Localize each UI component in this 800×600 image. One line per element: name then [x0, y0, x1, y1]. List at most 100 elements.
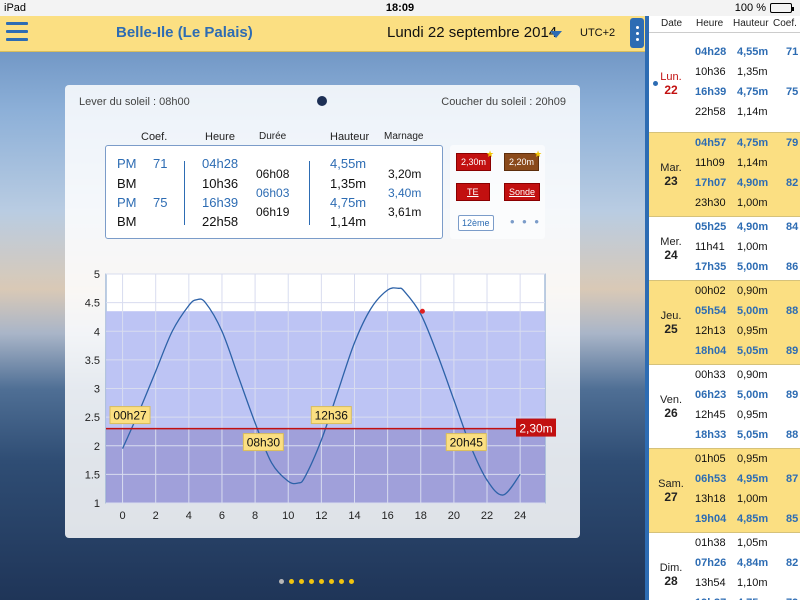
tide-height: 5,00m: [737, 305, 769, 317]
tide-time: 13h54: [695, 577, 726, 589]
tide-time: 18h04: [695, 345, 727, 357]
tide-time: 07h26: [695, 557, 727, 569]
tide-height: 1,00m: [737, 197, 768, 209]
day-name: Dim.: [659, 562, 683, 574]
day-number: 26: [664, 406, 678, 420]
tide-row: 18h33 5,05m 88: [693, 429, 800, 445]
page-dot[interactable]: [339, 579, 344, 584]
day-number: 25: [664, 322, 678, 336]
y-tick-label: 3: [94, 384, 100, 396]
tide-height: 5,00m: [737, 261, 769, 273]
tide-time: 18h33: [695, 429, 727, 441]
tide-height: 4,75m: [737, 85, 769, 98]
page-dot[interactable]: [279, 579, 284, 584]
tide-height: 5,05m: [737, 429, 769, 441]
day-block[interactable]: Sam. 27 01h05 0,95m 06h53 4,95m 87 13h18 1,00m 19…: [649, 449, 800, 533]
tide-height: 5,00m: [737, 389, 769, 401]
day-block[interactable]: Jeu. 25 00h02 0,90m 05h54 5,00m 88 12h13 0,95m 18…: [649, 281, 800, 365]
x-tick-label: 20: [448, 510, 460, 522]
tide-time: 17h07: [695, 177, 727, 189]
tide-time: 01h38: [695, 537, 726, 549]
tide-height: 0,95m: [737, 409, 768, 421]
today-dot-icon: [653, 80, 658, 86]
page-indicator[interactable]: [279, 579, 354, 584]
crossing-label: 20h45: [450, 436, 484, 450]
tide-coef: 82: [786, 557, 799, 569]
page-dot[interactable]: [309, 579, 314, 584]
day-name: Ven.: [659, 394, 683, 406]
tide-row: 05h25 4,90m 84: [693, 221, 800, 237]
x-tick-label: 0: [120, 510, 126, 522]
page-dot[interactable]: [299, 579, 304, 584]
y-tick-label: 4: [94, 326, 100, 338]
tide-coef: 86: [786, 261, 799, 273]
tide-height: 1,00m: [737, 241, 768, 253]
tide-time: 17h35: [695, 261, 727, 273]
day-block[interactable]: Mer. 24 05h25 4,90m 84 11h41 1,00m 17h35 5,00m 86: [649, 217, 800, 281]
day-name: Sam.: [658, 478, 684, 490]
tide-coef: 88: [786, 305, 799, 317]
tide-coef: 82: [786, 177, 799, 189]
tide-row: 17h07 4,90m 82: [693, 177, 800, 193]
tide-coef: 85: [786, 513, 799, 525]
crossing-label: 00h27: [113, 409, 147, 423]
tide-time: 11h41: [695, 241, 725, 253]
tide-height: 1,10m: [737, 577, 768, 589]
day-block[interactable]: Dim.2801h381,05m07h264,84m8213h541,10m19…: [649, 533, 800, 600]
day-block[interactable]: Mar. 23 04h57 4,75m 79 11h09 1,14m 17h07 4,90m 82…: [649, 133, 800, 217]
tide-time: 11h09: [695, 157, 725, 169]
y-tick-label: 2.5: [85, 412, 100, 424]
col-coef: Coef.: [773, 18, 797, 29]
tide-height: 1,05m: [737, 537, 768, 549]
col-hauteur: Hauteur: [733, 18, 769, 29]
tide-time: 00h02: [695, 285, 726, 297]
tide-row: 22h58 1,14m: [693, 106, 800, 122]
page-dot[interactable]: [349, 579, 354, 584]
tide-row: 11h41 1,00m: [693, 241, 800, 257]
tide-row: 07h26 4,84m 82: [693, 557, 800, 573]
tide-row: 04h57 4,75m 79: [693, 137, 800, 153]
tide-row: 06h23 5,00m 89: [693, 389, 800, 405]
tide-coef: 88: [786, 429, 799, 441]
y-tick-label: 1.5: [85, 469, 100, 481]
tide-time: 06h53: [695, 473, 727, 485]
tide-coef: 75: [786, 85, 799, 98]
x-tick-label: 18: [415, 510, 427, 522]
x-tick-label: 14: [348, 510, 360, 522]
tide-coef: 84: [786, 221, 799, 233]
tide-coef: 79: [786, 137, 799, 149]
tide-row: 17h35 5,00m 86: [693, 261, 800, 277]
tide-time: 10h36: [695, 65, 726, 78]
page-dot[interactable]: [319, 579, 324, 584]
tide-row: 01h05 0,95m: [693, 453, 800, 469]
x-tick-label: 2: [153, 510, 159, 522]
tide-height: 1,14m: [737, 157, 768, 169]
y-tick-label: 4.5: [85, 298, 100, 310]
day-label: Dim. 28: [649, 562, 693, 588]
page-dot[interactable]: [289, 579, 294, 584]
tide-height: 4,90m: [737, 221, 769, 233]
day-label: Jeu. 25: [649, 310, 693, 336]
tide-time: 23h30: [695, 197, 726, 209]
tide-row: 16h39 4,75m 75: [693, 86, 800, 102]
week-tide-panel: Date Heure Hauteur Coef. Lun. 22 04h28 4,55…: [645, 16, 800, 600]
page-dot[interactable]: [329, 579, 334, 584]
threshold-badge-label: 2,30m: [519, 422, 552, 436]
crossing-label: 08h30: [247, 436, 281, 450]
day-block[interactable]: Lun. 22 04h28 4,55m 71 10h36 1,35m 16h39 4,75m 75…: [649, 34, 800, 133]
tide-time: 01h05: [695, 453, 726, 465]
crossing-label: 12h36: [315, 409, 349, 423]
day-block[interactable]: Ven. 26 00h33 0,90m 06h23 5,00m 89 12h45 0,95m 18…: [649, 365, 800, 449]
x-tick-label: 10: [282, 510, 294, 522]
tide-coef: 89: [786, 389, 799, 401]
tide-row: 13h18 1,00m: [693, 493, 800, 509]
tide-time: 04h57: [695, 137, 727, 149]
tide-row: 06h53 4,95m 87: [693, 473, 800, 489]
tide-height: 1,00m: [737, 493, 768, 505]
y-tick-label: 1: [94, 498, 100, 510]
y-tick-label: 3.5: [85, 355, 100, 367]
day-name: Mer.: [660, 236, 682, 248]
tide-row: 01h38 1,05m: [693, 537, 800, 553]
tide-row: 23h30 1,00m: [693, 197, 800, 213]
tide-row: 13h54 1,10m: [693, 577, 800, 593]
